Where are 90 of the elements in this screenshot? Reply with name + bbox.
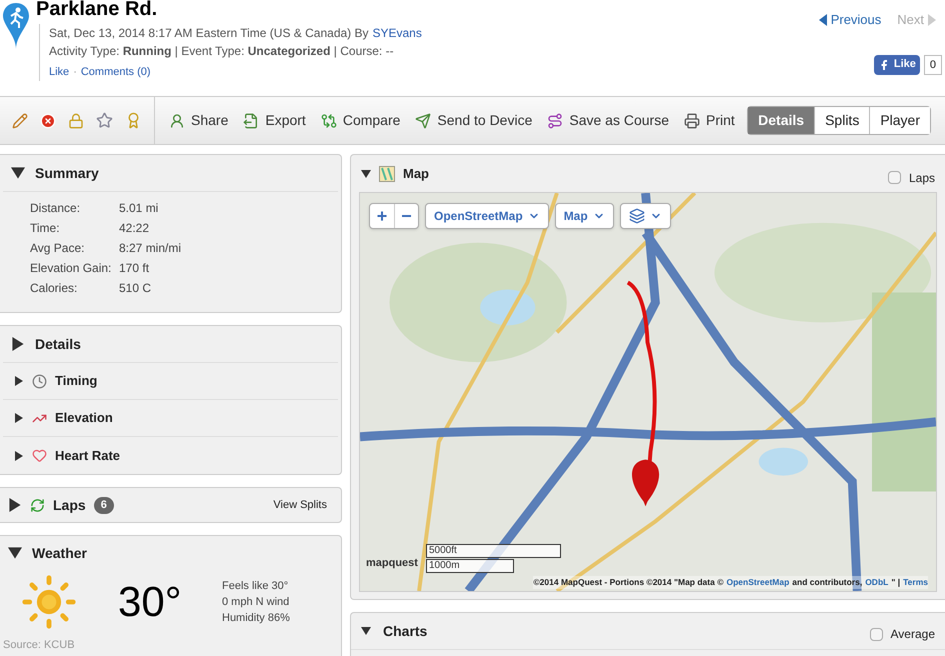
attribution-text: and contributors, bbox=[792, 576, 862, 589]
stat-value: 5.01 mi bbox=[119, 200, 158, 217]
expand-arrow-icon[interactable] bbox=[11, 337, 25, 351]
expand-arrow-icon[interactable] bbox=[14, 376, 24, 386]
expand-arrow-icon[interactable] bbox=[14, 413, 24, 423]
expand-arrow-icon[interactable] bbox=[14, 450, 24, 460]
edit-icon[interactable] bbox=[12, 112, 28, 128]
activity-date: Sat, Dec 13, 2014 8:17 AM Eastern Time (US & Canada) By bbox=[49, 25, 368, 42]
scale-bar: 5000ft bbox=[426, 544, 561, 558]
panel-title: Map bbox=[403, 164, 429, 183]
view-tab[interactable]: Player bbox=[869, 107, 930, 134]
like-count: 0 bbox=[924, 54, 942, 74]
openstreetmap-link[interactable]: OpenStreetMap bbox=[726, 576, 790, 589]
stat-label: Avg Pace: bbox=[30, 240, 86, 257]
weather-detail: Humidity 86% bbox=[222, 610, 290, 626]
mapquest-logo: mapquest bbox=[366, 556, 418, 570]
toolbar-button[interactable]: Compare bbox=[320, 110, 400, 131]
license-link[interactable]: ODbL bbox=[865, 576, 888, 589]
view-tab[interactable]: Splits bbox=[814, 107, 870, 134]
map-view[interactable]: + − OpenStreetMap Map mapquest 5000ft 1000m ©2014 MapQuest - Portions ©2014 "Map data © OpenStreetMap and contributors, ODbL " | Terms bbox=[359, 192, 937, 592]
panel-title: Weather bbox=[32, 544, 87, 562]
stat-label: Elevation Gain: bbox=[30, 260, 112, 277]
author-link[interactable]: SYEvans bbox=[372, 24, 422, 42]
star-icon[interactable] bbox=[96, 112, 113, 129]
comments-link[interactable]: Comments (0) bbox=[80, 63, 151, 81]
stat-value: 8:27 min/mi bbox=[119, 240, 182, 257]
collapse-arrow-icon[interactable] bbox=[361, 168, 371, 178]
toolbar-button[interactable]: Share bbox=[169, 110, 228, 131]
layers-dropdown[interactable] bbox=[620, 203, 671, 229]
temperature: 30° bbox=[118, 577, 183, 627]
section-icon bbox=[32, 374, 47, 388]
scale-bar: 1000m bbox=[426, 559, 514, 573]
activity-type-line: Activity Type: Running | Event Type: Uncategorized | Course: -- bbox=[49, 43, 395, 60]
laps-icon bbox=[30, 498, 45, 512]
weather-source: Source: KCUB bbox=[2, 638, 76, 653]
terms-link[interactable]: Terms bbox=[903, 576, 928, 589]
layers-icon bbox=[628, 208, 645, 224]
attribution-text: " | bbox=[891, 576, 900, 589]
zoom-in-button[interactable]: + bbox=[370, 204, 394, 228]
stat-label: Calories: bbox=[30, 280, 78, 297]
zoom-out-button[interactable]: − bbox=[394, 204, 418, 228]
right-arrow-icon bbox=[928, 14, 936, 26]
toolbar-button[interactable]: Print bbox=[684, 110, 735, 131]
previous-link[interactable]: Previous bbox=[818, 10, 882, 30]
collapse-arrow-icon[interactable] bbox=[361, 626, 371, 636]
stat-label: Distance: bbox=[30, 200, 82, 217]
action-icon bbox=[243, 112, 260, 128]
section-title[interactable]: Heart Rate bbox=[55, 446, 120, 466]
facebook-like-button[interactable]: Like bbox=[874, 54, 920, 74]
action-icon bbox=[169, 112, 185, 128]
toolbar-button[interactable]: Export bbox=[243, 110, 306, 131]
weather-detail: 0 mph N wind bbox=[222, 594, 290, 610]
sun-icon bbox=[20, 572, 78, 630]
delete-icon[interactable] bbox=[40, 112, 56, 128]
action-icon bbox=[320, 112, 337, 128]
action-icon bbox=[684, 112, 700, 128]
expand-arrow-icon[interactable] bbox=[8, 498, 22, 512]
collapse-arrow-icon[interactable] bbox=[11, 166, 25, 180]
panel-title: Summary bbox=[35, 164, 99, 183]
section-title[interactable]: Timing bbox=[55, 371, 98, 391]
checkbox[interactable] bbox=[888, 171, 901, 184]
action-icon bbox=[547, 112, 564, 128]
panel-title: Charts bbox=[383, 622, 428, 640]
left-arrow-icon bbox=[818, 14, 827, 26]
count-badge: 6 bbox=[94, 496, 114, 514]
map-type-dropdown[interactable]: Map bbox=[554, 203, 614, 229]
checkbox-label: Laps bbox=[908, 170, 935, 186]
activity-title: Parklane Rd. bbox=[36, 0, 158, 21]
action-icon bbox=[415, 112, 432, 128]
stat-value: 42:22 bbox=[119, 220, 150, 237]
like-link[interactable]: Like bbox=[49, 63, 70, 81]
section-title[interactable]: Elevation bbox=[55, 408, 113, 428]
checkbox[interactable] bbox=[870, 628, 883, 640]
stat-value: 170 ft bbox=[119, 260, 150, 277]
panel-title: Laps bbox=[53, 496, 86, 515]
attribution-text: ©2014 MapQuest - Portions ©2014 "Map data © bbox=[533, 576, 724, 589]
toolbar-button[interactable]: Send to Device bbox=[415, 110, 532, 131]
map-provider-dropdown[interactable]: OpenStreetMap bbox=[425, 203, 549, 229]
section-icon bbox=[32, 448, 47, 463]
separator-dot: · bbox=[73, 65, 77, 80]
view-splits-link[interactable]: View Splits bbox=[273, 496, 327, 514]
stat-value: 510 C bbox=[119, 280, 152, 297]
weather-detail: Feels like 30° bbox=[222, 578, 290, 594]
toolbar-button[interactable]: Save as Course bbox=[547, 110, 669, 131]
panel-title: Details bbox=[35, 334, 81, 354]
stat-label: Time: bbox=[30, 220, 61, 237]
view-tab[interactable]: Details bbox=[748, 107, 814, 134]
collapse-arrow-icon[interactable] bbox=[8, 546, 22, 560]
map-icon bbox=[379, 166, 395, 182]
checkbox-label: Average bbox=[890, 626, 935, 643]
